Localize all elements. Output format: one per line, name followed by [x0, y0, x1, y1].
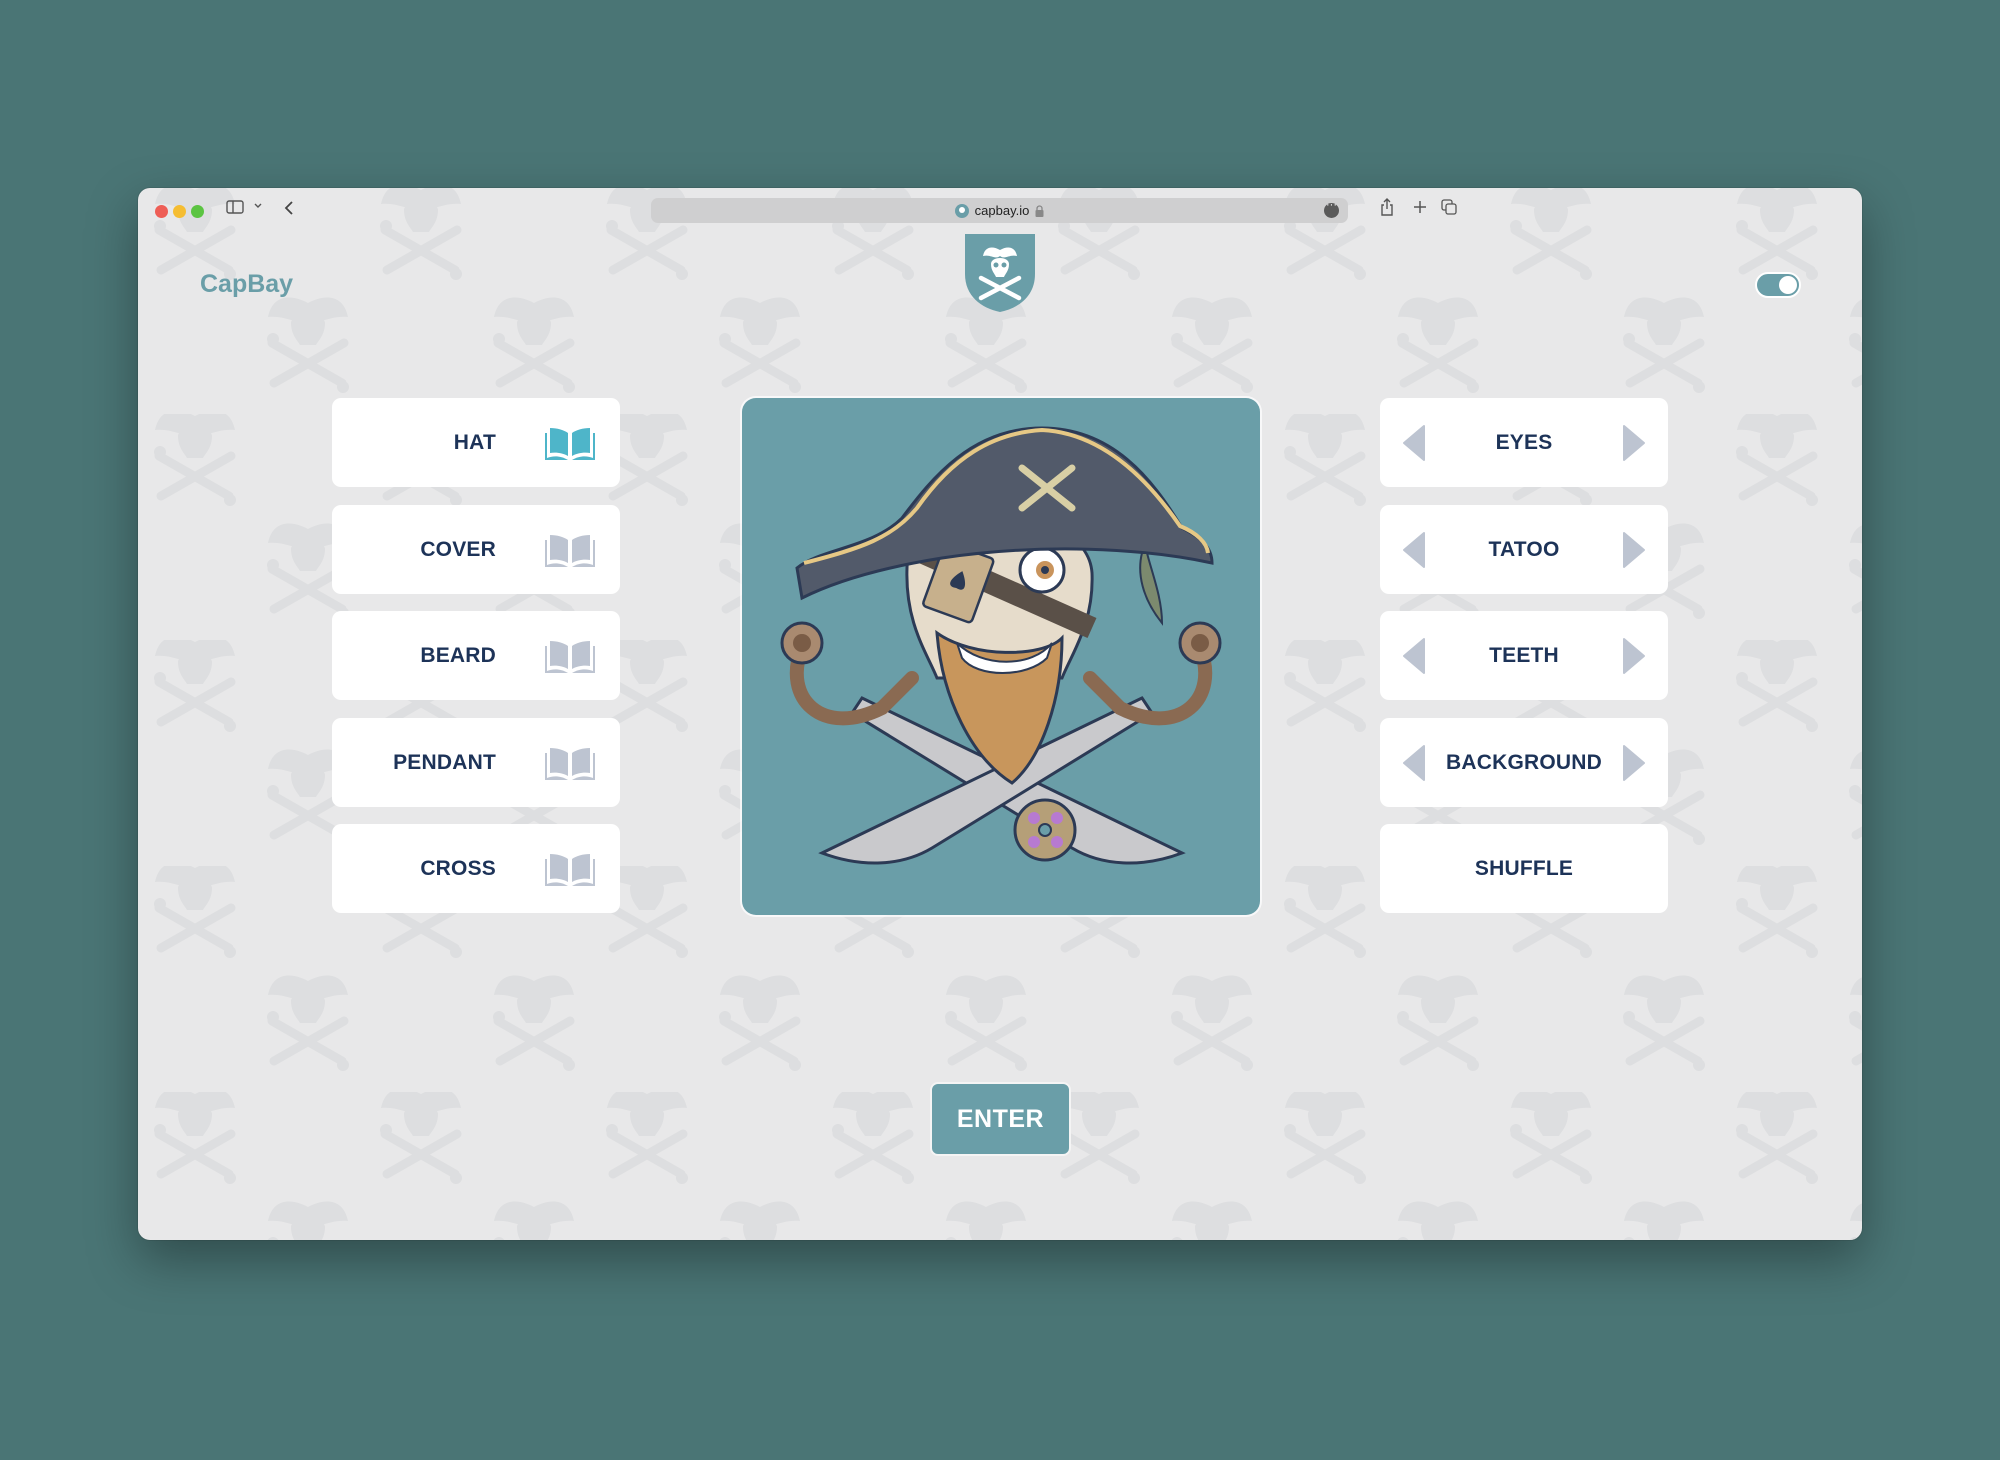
option-label: BACKGROUND — [1446, 750, 1602, 774]
option-tatoo[interactable]: TATOO — [1380, 505, 1668, 594]
option-cover[interactable]: COVER — [332, 505, 620, 594]
next-arrow-icon[interactable] — [1622, 531, 1646, 569]
option-label: HAT — [453, 430, 496, 454]
site-favicon-icon — [954, 203, 969, 218]
previous-arrow-icon[interactable] — [1402, 531, 1426, 569]
option-label: CROSS — [420, 856, 496, 880]
close-window-button[interactable] — [155, 205, 168, 218]
previous-arrow-icon[interactable] — [1402, 424, 1426, 462]
chevron-down-icon[interactable] — [253, 202, 263, 210]
option-cross[interactable]: CROSS — [332, 824, 620, 913]
next-arrow-icon[interactable] — [1622, 424, 1646, 462]
maximize-window-button[interactable] — [191, 205, 204, 218]
book-icon[interactable] — [544, 640, 596, 674]
option-label: COVER — [420, 537, 496, 561]
tabs-overview-icon[interactable] — [1441, 199, 1457, 215]
toggle-knob — [1779, 276, 1797, 294]
sidebar-icon[interactable] — [226, 200, 244, 214]
page-menu-icon[interactable] — [1324, 199, 1339, 218]
browser-window: capbay.io CapBay HAT — [138, 188, 1862, 1240]
option-hat[interactable]: HAT — [332, 398, 620, 487]
option-label: TEETH — [1489, 643, 1559, 667]
back-icon[interactable] — [284, 200, 294, 216]
next-arrow-icon[interactable] — [1622, 744, 1646, 782]
new-tab-icon[interactable] — [1413, 200, 1427, 214]
book-icon[interactable] — [544, 534, 596, 568]
minimize-window-button[interactable] — [173, 205, 186, 218]
previous-arrow-icon[interactable] — [1402, 744, 1426, 782]
option-label: BEARD — [420, 643, 496, 667]
pirate-shield-logo[interactable] — [963, 234, 1037, 312]
option-label: SHUFFLE — [1474, 856, 1574, 880]
share-icon[interactable] — [1380, 198, 1394, 216]
shuffle-button[interactable]: SHUFFLE — [1380, 824, 1668, 913]
book-icon[interactable] — [544, 747, 596, 781]
option-background[interactable]: BACKGROUND — [1380, 718, 1668, 807]
address-bar[interactable]: capbay.io — [651, 198, 1348, 223]
url-text: capbay.io — [974, 203, 1030, 218]
option-label: TATOO — [1488, 537, 1560, 561]
next-arrow-icon[interactable] — [1622, 637, 1646, 675]
enter-button[interactable]: ENTER — [930, 1082, 1071, 1156]
theme-toggle[interactable] — [1755, 272, 1801, 298]
brand-logo-text[interactable]: CapBay — [200, 270, 293, 299]
browser-titlebar: capbay.io — [138, 188, 1862, 236]
option-pendant[interactable]: PENDANT — [332, 718, 620, 807]
option-teeth[interactable]: TEETH — [1380, 611, 1668, 700]
book-icon[interactable] — [544, 427, 596, 461]
lock-icon — [1035, 204, 1044, 217]
avatar-preview — [742, 398, 1260, 915]
book-icon[interactable] — [544, 853, 596, 887]
pirate-avatar-image — [780, 426, 1222, 865]
previous-arrow-icon[interactable] — [1402, 637, 1426, 675]
option-eyes[interactable]: EYES — [1380, 398, 1668, 487]
option-beard[interactable]: BEARD — [332, 611, 620, 700]
option-label: EYES — [1495, 430, 1553, 454]
option-label: PENDANT — [393, 750, 496, 774]
